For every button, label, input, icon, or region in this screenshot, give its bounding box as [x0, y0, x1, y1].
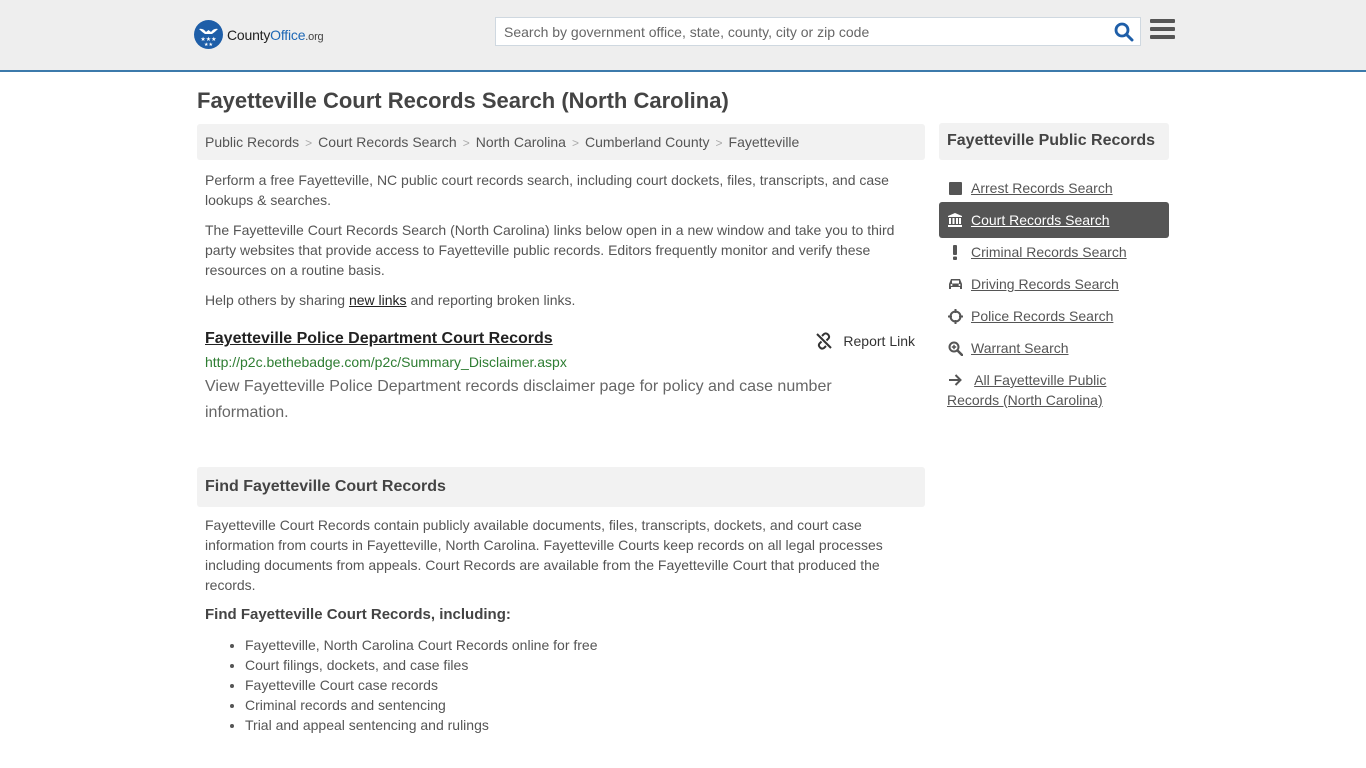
sidebar-item-court-records[interactable]: Court Records Search	[939, 202, 1169, 238]
search-plus-icon	[947, 338, 963, 358]
broken-link-icon	[816, 332, 833, 350]
new-links-link[interactable]: new links	[349, 292, 407, 308]
list-item: Criminal records and sentencing	[245, 695, 598, 715]
breadcrumb-separator: >	[571, 136, 579, 150]
sidebar-list: Arrest Records Search Court Records Sear…	[939, 170, 1169, 418]
sidebar-item-label: All Fayetteville Public Records (North C…	[947, 372, 1107, 408]
sidebar-item-label: Police Records Search	[971, 308, 1114, 324]
result-item: Fayetteville Police Department Court Rec…	[205, 330, 917, 426]
sidebar-item-label: Warrant Search	[971, 340, 1069, 356]
breadcrumb-item-current[interactable]: Fayetteville	[729, 134, 800, 150]
sidebar-item-driving-records[interactable]: Driving Records Search	[939, 266, 1169, 302]
courthouse-icon	[947, 210, 963, 230]
sidebar-item-arrest-records[interactable]: Arrest Records Search	[939, 170, 1169, 206]
menu-bar	[1150, 27, 1175, 31]
intro-paragraph: Perform a free Fayetteville, NC public c…	[205, 172, 889, 208]
top-bar: ★★★ ★★ CountyOffice.org	[0, 0, 1366, 72]
sidebar-heading: Fayetteville Public Records	[939, 123, 1169, 160]
breadcrumb-item[interactable]: Cumberland County	[585, 134, 710, 150]
eagle-logo-icon: ★★★ ★★	[194, 20, 223, 49]
sidebar-item-label: Criminal Records Search	[971, 244, 1127, 260]
breadcrumb-separator: >	[715, 136, 723, 150]
list-item: Court filings, dockets, and case files	[245, 655, 598, 675]
sidebar-item-criminal-records[interactable]: Criminal Records Search	[939, 234, 1169, 270]
crosshairs-icon	[947, 306, 963, 326]
sidebar-item-warrant-search[interactable]: Warrant Search	[939, 330, 1169, 366]
search-box	[495, 17, 1141, 46]
breadcrumb-item[interactable]: North Carolina	[476, 134, 566, 150]
breadcrumb-separator: >	[305, 136, 313, 150]
search-icon	[1114, 22, 1134, 42]
find-section-heading: Find Fayetteville Court Records	[197, 467, 925, 507]
sidebar-item-police-records[interactable]: Police Records Search	[939, 298, 1169, 334]
svg-text:★★: ★★	[204, 42, 213, 48]
logo-text: CountyOffice.org	[227, 26, 324, 43]
share-links-paragraph: Help others by sharing new links and rep…	[205, 292, 576, 308]
breadcrumb-item[interactable]: Court Records Search	[318, 134, 457, 150]
breadcrumb-separator: >	[462, 136, 470, 150]
sidebar-item-all-public-records[interactable]: All Fayetteville Public Records (North C…	[939, 362, 1169, 418]
list-item: Trial and appeal sentencing and rulings	[245, 715, 598, 735]
intro-paragraph: The Fayetteville Court Records Search (N…	[205, 222, 895, 278]
page-title: Fayetteville Court Records Search (North…	[197, 88, 729, 113]
sidebar-item-label: Court Records Search	[971, 212, 1110, 228]
search-input[interactable]	[496, 18, 1096, 45]
arrow-right-icon	[947, 370, 963, 390]
report-link-label: Report Link	[843, 333, 915, 349]
menu-bar	[1150, 35, 1175, 39]
sidebar-item-label: Driving Records Search	[971, 276, 1119, 292]
exclamation-icon	[947, 242, 963, 262]
list-item: Fayetteville, North Carolina Court Recor…	[245, 635, 598, 655]
sidebar-item-label: Arrest Records Search	[971, 180, 1113, 196]
hamburger-menu-button[interactable]	[1150, 19, 1175, 41]
site-logo[interactable]: ★★★ ★★ CountyOffice.org	[194, 20, 324, 49]
result-url: http://p2c.bethebadge.com/p2c/Summary_Di…	[205, 354, 567, 370]
breadcrumb-item[interactable]: Public Records	[205, 134, 299, 150]
list-item: Fayetteville Court case records	[245, 675, 598, 695]
square-icon	[947, 178, 963, 198]
result-description: View Fayetteville Police Department reco…	[205, 378, 832, 421]
car-icon	[947, 274, 963, 294]
intro-text: Perform a free Fayetteville, NC public c…	[205, 170, 917, 320]
find-section-body: Fayetteville Court Records contain publi…	[205, 517, 883, 593]
menu-bar	[1150, 19, 1175, 23]
find-section-list: Fayetteville, North Carolina Court Recor…	[245, 635, 598, 735]
search-button[interactable]	[1114, 22, 1134, 42]
result-title-link[interactable]: Fayetteville Police Department Court Rec…	[205, 330, 553, 348]
find-section-subheading: Find Fayetteville Court Records, includi…	[205, 606, 511, 623]
report-link-button[interactable]: Report Link	[815, 332, 915, 350]
sidebar: Fayetteville Public Records Arrest Recor…	[939, 123, 1169, 414]
breadcrumb: Public Records > Court Records Search > Nort…	[197, 124, 925, 160]
